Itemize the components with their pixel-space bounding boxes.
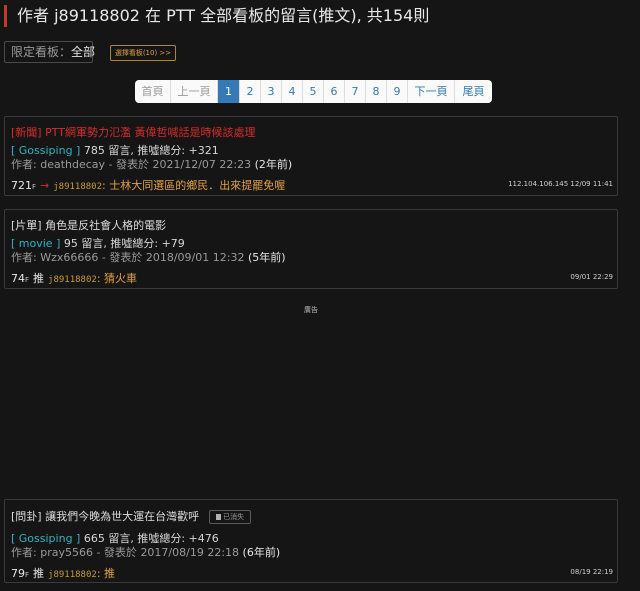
pagination-next[interactable]: 下一頁 <box>408 80 455 103</box>
post-title-line: [問卦] 讓我們今晚為世大運在台灣歡呼 已消失 <box>11 508 252 524</box>
post-posted-label: - 發表於 <box>108 158 150 171</box>
post-ago: (6年前) <box>242 546 281 559</box>
pagination: 首頁 上一頁 1 2 3 4 5 6 7 8 9 下一頁 尾頁 <box>135 80 492 103</box>
pagination-page-8[interactable]: 8 <box>366 80 387 103</box>
post-title[interactable]: [新聞] PTT網軍勢力氾濫 黃偉哲喊話是時候該處理 <box>11 124 255 140</box>
comment-floor: 79 <box>11 567 25 580</box>
post-author[interactable]: pray5566 <box>40 546 93 559</box>
post-author-line: 作者: deathdecay - 發表於 2021/12/07 22:23 (2… <box>11 156 292 172</box>
push-tag: 推 <box>33 567 45 580</box>
pagination-page-2[interactable]: 2 <box>240 80 261 103</box>
comment-text: : 推 <box>96 567 116 580</box>
board-filter: 限定看板：全部 <box>4 41 96 63</box>
comment-user[interactable]: j89118802 <box>48 570 97 580</box>
comment-line: 721F → j89118802: 士林大同選區的鄉民．出來提罷免喔 <box>11 177 285 193</box>
comment-floor-suffix: F <box>25 276 30 284</box>
comment-text: : 士林大同選區的鄉民．出來提罷免喔 <box>102 179 286 192</box>
pagination-page-3[interactable]: 3 <box>261 80 282 103</box>
comment-floor: 74 <box>11 272 25 285</box>
post-author-prefix: 作者: <box>11 158 37 171</box>
pagination-first[interactable]: 首頁 <box>135 80 171 103</box>
comment-user[interactable]: j89118802 <box>53 182 102 192</box>
choose-board-button[interactable]: 選擇看板(10) >> <box>110 45 176 61</box>
push-tag: 推 <box>33 272 45 285</box>
deleted-badge: 已消失 <box>209 510 252 524</box>
board-filter-value: 全部 <box>71 45 96 59</box>
comment-line: 79F 推 j89118802: 推 <box>11 565 115 581</box>
comment-line: 74F 推 j89118802: 猜火車 <box>11 270 137 286</box>
pagination-prev[interactable]: 上一頁 <box>171 80 218 103</box>
post-author-prefix: 作者: <box>11 251 37 264</box>
post-card: [新聞] PTT網軍勢力氾濫 黃偉哲喊話是時候該處理 [ Gossiping ]… <box>4 116 618 196</box>
post-date: 2018/09/01 12:32 <box>145 251 245 264</box>
post-posted-label: - 發表於 <box>101 251 143 264</box>
post-author-prefix: 作者: <box>11 546 37 559</box>
pagination-page-5[interactable]: 5 <box>303 80 324 103</box>
comment-text: : 猜火車 <box>96 272 138 285</box>
comment-meta: 08/19 22:19 <box>570 568 613 576</box>
post-date: 2017/08/19 22:18 <box>140 546 240 559</box>
post-title[interactable]: [問卦] 讓我們今晚為世大運在台灣歡呼 <box>11 510 199 523</box>
comment-user[interactable]: j89118802 <box>48 275 97 285</box>
post-posted-label: - 發表於 <box>96 546 137 559</box>
ad-label: 廣告 <box>304 306 318 314</box>
post-author-line: 作者: Wzx66666 - 發表於 2018/09/01 12:32 (5年前… <box>11 249 286 265</box>
post-author[interactable]: Wzx66666 <box>40 251 98 264</box>
arrow-icon: → <box>40 179 50 192</box>
board-filter-label: 限定看板： <box>11 45 72 59</box>
page-title: 作者 j89118802 在 PTT 全部看板的留言(推文), 共154則 <box>4 5 429 27</box>
deleted-label: 已消失 <box>223 513 245 521</box>
pagination-page-7[interactable]: 7 <box>345 80 366 103</box>
trash-icon <box>216 514 222 520</box>
post-author-line: 作者: pray5566 - 發表於 2017/08/19 22:18 (6年前… <box>11 544 280 560</box>
post-card: [片單] 角色是反社會人格的電影 [ movie ] 95 留言, 推噓總分: … <box>4 209 618 289</box>
pagination-page-1[interactable]: 1 <box>218 80 240 103</box>
comment-floor-suffix: F <box>32 183 37 191</box>
post-date: 2021/12/07 22:23 <box>152 158 252 171</box>
pagination-page-9[interactable]: 9 <box>387 80 408 103</box>
post-title[interactable]: [片單] 角色是反社會人格的電影 <box>11 217 166 233</box>
post-ago: (2年前) <box>254 158 293 171</box>
comment-meta: 112.104.106.145 12/09 11:41 <box>508 180 613 188</box>
pagination-page-6[interactable]: 6 <box>324 80 345 103</box>
post-author[interactable]: deathdecay <box>40 158 105 171</box>
post-ago: (5年前) <box>247 251 286 264</box>
post-card: [問卦] 讓我們今晚為世大運在台灣歡呼 已消失 [ Gossiping ] 665… <box>4 499 618 583</box>
comment-floor: 721 <box>11 179 32 192</box>
comment-meta: 09/01 22:29 <box>570 273 613 281</box>
comment-floor-suffix: F <box>25 571 30 579</box>
pagination-last[interactable]: 尾頁 <box>455 80 492 103</box>
pagination-page-4[interactable]: 4 <box>282 80 303 103</box>
